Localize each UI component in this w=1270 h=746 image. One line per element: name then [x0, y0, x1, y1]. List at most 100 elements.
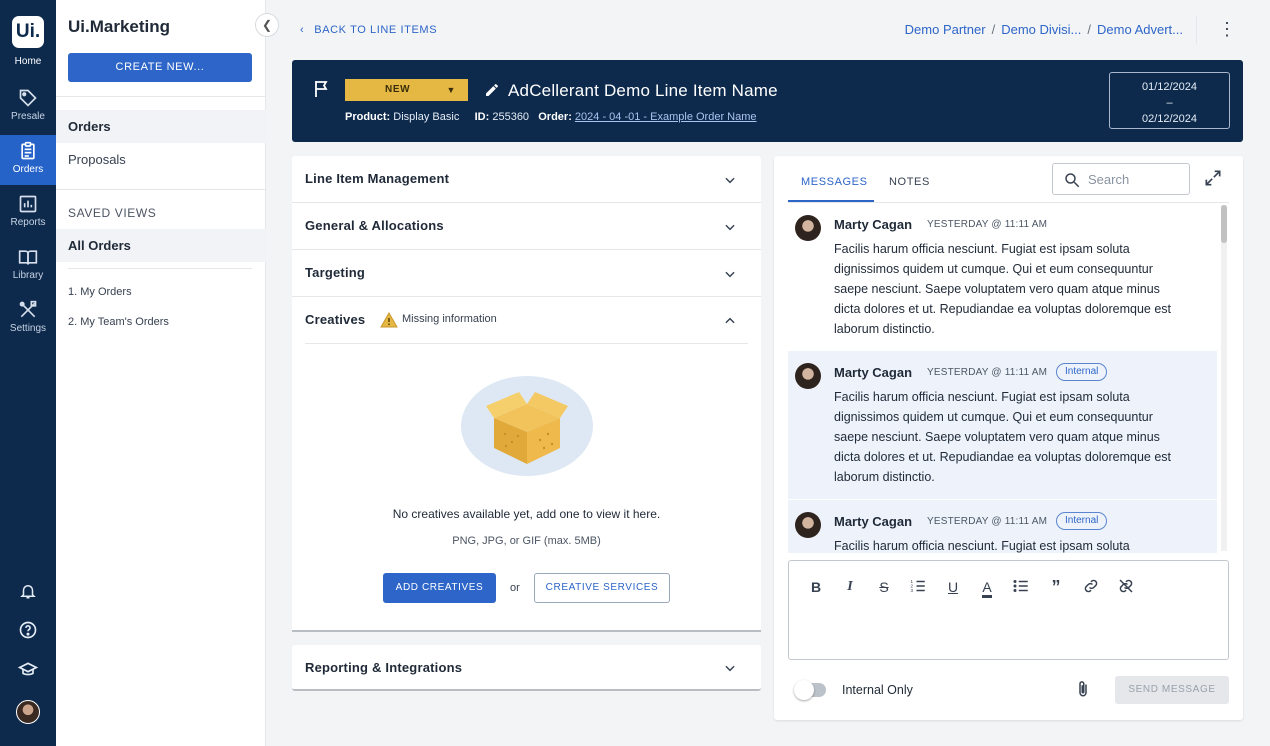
rail-item-reports[interactable]: Reports	[0, 188, 56, 238]
tab-notes[interactable]: NOTES	[889, 176, 930, 188]
internal-badge: Internal	[1056, 363, 1108, 381]
graduation-cap-icon[interactable]	[0, 660, 56, 685]
saved-view-all-orders[interactable]: All Orders	[56, 229, 266, 262]
rail-label: Library	[12, 270, 44, 281]
app-logo[interactable]: Ui.	[12, 16, 44, 48]
section-targeting[interactable]: Targeting	[292, 250, 761, 297]
date-end: 02/12/2024	[1141, 113, 1198, 125]
search-placeholder: Search	[1088, 172, 1130, 187]
expand-icon[interactable]	[1203, 168, 1223, 188]
more-options-icon[interactable]: ⋮	[1218, 20, 1236, 40]
internal-only-toggle[interactable]	[794, 680, 826, 700]
breadcrumb-separator: /	[1087, 22, 1092, 37]
rail-item-presale[interactable]: Presale	[0, 82, 56, 132]
scrollbar-thumb[interactable]	[1221, 205, 1227, 243]
unlink-icon[interactable]	[1116, 577, 1136, 597]
saved-views-heading: SAVED VIEWS	[68, 206, 157, 220]
rail-item-library[interactable]: Library	[0, 241, 56, 291]
svg-text:3: 3	[911, 588, 914, 593]
section-creatives[interactable]: Creatives	[305, 297, 748, 344]
collapse-nav-button[interactable]: ❮	[255, 13, 279, 37]
search-icon	[1065, 173, 1080, 188]
message-item: Marty Cagan YESTERDAY @ 11:11 AM Interna…	[788, 351, 1217, 499]
breadcrumb-partner[interactable]: Demo Partner	[905, 22, 986, 37]
message-body: Facilis harum officia nesciunt. Fugiat e…	[834, 390, 1172, 484]
divider	[68, 268, 252, 269]
chevron-down-icon	[725, 177, 735, 184]
rail-item-orders[interactable]: Orders	[0, 135, 56, 185]
tab-messages[interactable]: MESSAGES	[801, 176, 868, 188]
breadcrumb-advertiser[interactable]: Demo Advert...	[1097, 22, 1183, 37]
message-editor[interactable]: B I S 123 U A ”	[788, 560, 1229, 660]
internal-badge: Internal	[1056, 512, 1108, 530]
breadcrumb-division[interactable]: Demo Divisi...	[1001, 22, 1081, 37]
section-line-item-management[interactable]: Line Item Management	[292, 156, 761, 203]
bullet-list-icon[interactable]	[1011, 577, 1031, 597]
underline-icon[interactable]: U	[943, 577, 963, 597]
secondary-nav: Ui.Marketing ❮ CREATE NEW... Orders Prop…	[56, 0, 279, 746]
add-creatives-button[interactable]: ADD CREATIVES	[383, 573, 496, 603]
section-title: Reporting & Integrations	[305, 660, 463, 675]
message-author: Marty Cagan	[834, 217, 913, 232]
creative-services-button[interactable]: CREATIVE SERVICES	[534, 573, 670, 603]
text-color-icon[interactable]: A	[977, 577, 997, 598]
or-label: or	[510, 582, 520, 594]
send-message-button[interactable]: SEND MESSAGE	[1115, 676, 1229, 704]
message-time: YESTERDAY @ 11:11 AM	[927, 367, 1048, 378]
message-body: Facilis harum officia nesciunt. Fugiat e…	[834, 242, 1172, 336]
flag-icon	[315, 81, 328, 97]
paperclip-icon[interactable]	[1074, 679, 1092, 699]
breadcrumb-separator: /	[991, 22, 996, 37]
section-reporting-integrations[interactable]: Reporting & Integrations	[292, 645, 761, 691]
italic-icon[interactable]: I	[840, 577, 860, 597]
section-title: Creatives	[305, 312, 366, 327]
order-link[interactable]: 2024 - 04 -01 - Example Order Name	[575, 111, 757, 123]
status-dropdown[interactable]: NEW ▼	[345, 79, 468, 101]
message-body: Facilis harum officia nesciunt. Fugiat e…	[834, 539, 1130, 553]
caret-down-icon: ▼	[446, 85, 456, 95]
rail-label: Orders	[12, 164, 44, 175]
divider	[1196, 16, 1197, 44]
nav-item-orders[interactable]: Orders	[56, 110, 266, 143]
line-item-sections: Line Item Management General & Allocatio…	[292, 156, 761, 632]
chevron-down-icon	[725, 271, 735, 278]
message-time: YESTERDAY @ 11:11 AM	[927, 219, 1048, 230]
messages-panel: MESSAGES NOTES Search Marty Cagan YESTER…	[774, 156, 1243, 720]
search-input[interactable]: Search	[1052, 163, 1190, 195]
breadcrumb: Demo Partner / Demo Divisi... / Demo Advert.…	[905, 22, 1183, 37]
feed-scrollbar[interactable]	[1221, 205, 1227, 551]
saved-view-my-orders[interactable]: 1. My Orders	[68, 286, 132, 298]
flight-dates[interactable]: 01/12/2024 – 02/12/2024	[1109, 72, 1230, 129]
clipboard-icon	[21, 141, 35, 160]
message-feed[interactable]: Marty Cagan YESTERDAY @ 11:11 AM Facilis…	[788, 203, 1217, 553]
divider	[56, 189, 266, 190]
help-icon[interactable]	[0, 620, 56, 645]
home-label[interactable]: Home	[0, 56, 56, 67]
section-general-allocations[interactable]: General & Allocations	[292, 203, 761, 250]
tools-icon	[19, 300, 37, 318]
section-title: General & Allocations	[305, 218, 444, 233]
notifications-icon[interactable]	[0, 581, 56, 606]
chevron-up-icon	[725, 317, 735, 324]
saved-view-team-orders[interactable]: 2. My Team's Orders	[68, 316, 169, 328]
quote-icon[interactable]: ”	[1046, 577, 1066, 597]
chart-icon	[19, 195, 37, 213]
bold-icon[interactable]: B	[806, 577, 826, 597]
back-to-line-items-link[interactable]: ‹ BACK TO LINE ITEMS	[300, 24, 437, 36]
nav-item-proposals[interactable]: Proposals	[56, 143, 266, 176]
rail-item-settings[interactable]: Settings	[0, 294, 56, 344]
id-value: 255360	[492, 111, 530, 123]
product-value: Display Basic	[393, 111, 460, 123]
strikethrough-icon[interactable]: S	[874, 577, 894, 597]
book-icon	[18, 250, 38, 265]
product-label: Product:	[345, 111, 391, 123]
pencil-icon[interactable]	[484, 82, 500, 98]
link-icon[interactable]	[1081, 577, 1101, 597]
rail-label: Settings	[9, 323, 47, 334]
user-avatar[interactable]	[16, 700, 40, 724]
back-label: BACK TO LINE ITEMS	[314, 24, 438, 36]
numbered-list-icon[interactable]: 123	[908, 577, 928, 597]
avatar	[795, 512, 821, 538]
create-new-button[interactable]: CREATE NEW...	[68, 53, 252, 82]
message-item: Marty Cagan YESTERDAY @ 11:11 AM Facilis…	[788, 203, 1217, 350]
